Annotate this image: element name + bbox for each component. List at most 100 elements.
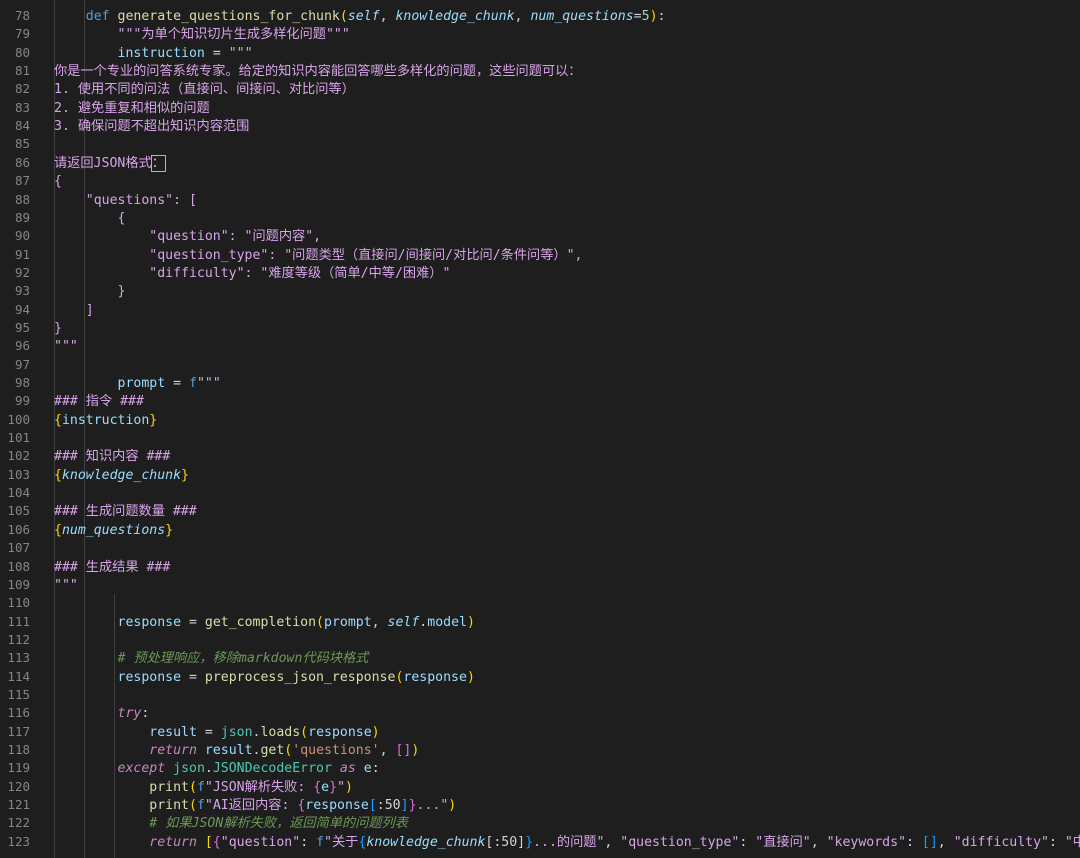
code-token: response <box>305 798 369 814</box>
code-token: = <box>633 9 642 24</box>
code-token: 请返回JSON格式 <box>54 155 152 171</box>
code-line[interactable]: 121 print(f"AI返回内容: {response[:50]}...") <box>0 796 1080 814</box>
code-line[interactable]: 86 请返回JSON格式： <box>0 154 1080 172</box>
line-number: 81 <box>14 63 30 79</box>
code-line[interactable]: 110 <box>0 594 1080 612</box>
line-code: {num_questions} <box>54 522 173 540</box>
code-line[interactable]: 123 return [{"question": f"关于{knowledge_… <box>0 833 1080 851</box>
code-token: f <box>196 798 205 814</box>
code-token: : <box>141 706 150 722</box>
code-line[interactable]: 87 { <box>0 172 1080 190</box>
code-token: result <box>204 743 253 758</box>
code-line[interactable]: 117 result = json.loads(response) <box>0 723 1080 741</box>
code-token: knowledge_chunk <box>366 834 486 850</box>
line-number: 115 <box>7 686 30 702</box>
line-code: response = get_completion(prompt, self.m… <box>54 614 475 632</box>
code-line[interactable]: 105 ### 生成问题数量 ### <box>0 502 1080 520</box>
line-number: 120 <box>7 778 30 794</box>
line-code: {knowledge_chunk} <box>54 467 189 485</box>
code-token: e <box>321 779 330 795</box>
code-line[interactable]: 80 instruction = """ <box>0 44 1080 62</box>
code-token: result <box>149 724 197 740</box>
code-line[interactable]: 95} <box>0 319 1080 337</box>
code-line[interactable]: 109 """ <box>0 576 1080 594</box>
line-code: # 如果JSON解析失败，返回简单的问题列表 <box>54 815 408 833</box>
code-token: { <box>313 779 322 795</box>
code-line[interactable]: 96 """ <box>0 337 1080 355</box>
code-line[interactable]: 119 except json.JSONDecodeError as e: <box>0 759 1080 777</box>
code-line[interactable]: 113 # 预处理响应，移除markdown代码块格式 <box>0 649 1080 667</box>
code-line[interactable]: 92 "difficulty": "难度等级（简单/中等/困难）" <box>0 264 1080 282</box>
code-line[interactable]: 104 <box>0 484 1080 502</box>
code-line[interactable]: 118 return result.get('questions', []) <box>0 741 1080 759</box>
code-editor[interactable]: 78 def generate_questions_for_chunk(self… <box>0 0 1080 858</box>
code-token: : <box>906 834 922 850</box>
code-line[interactable]: 82 1. 使用不同的问法（直接问、间接问、对比问等） <box>0 80 1080 98</box>
code-line[interactable]: 112 <box>0 631 1080 649</box>
code-token: response <box>308 724 372 740</box>
code-token: self <box>387 614 420 630</box>
line-number: 111 <box>7 613 30 629</box>
code-token: [:50] <box>485 834 526 850</box>
code-line[interactable]: 100 {instruction} <box>0 411 1080 429</box>
line-code: {instruction} <box>54 412 157 430</box>
code-line[interactable]: 78 def generate_questions_for_chunk(self… <box>0 7 1080 25</box>
code-line[interactable]: 93 } <box>0 282 1080 300</box>
code-line[interactable]: 89 { <box>0 209 1080 227</box>
code-line[interactable]: 94 ] <box>0 301 1080 319</box>
code-token: json <box>173 761 205 777</box>
code-token: "中等" <box>1064 834 1080 850</box>
code-line[interactable]: 106 {num_questions} <box>0 521 1080 539</box>
code-line[interactable]: 107 <box>0 539 1080 557</box>
code-token: try <box>117 706 142 722</box>
code-token: preprocess_json_response <box>204 669 396 685</box>
code-line[interactable]: 79 """为单个知识切片生成多样化问题""" <box>0 25 1080 43</box>
line-number: 100 <box>7 411 30 427</box>
code-line[interactable]: 103 {knowledge_chunk} <box>0 466 1080 484</box>
code-line[interactable]: 88 "questions": [ <box>0 191 1080 209</box>
code-line[interactable]: 85 <box>0 135 1080 153</box>
code-line[interactable]: 108 ### 生成结果 ### <box>0 558 1080 576</box>
line-code: ### 知识内容 ### <box>54 448 170 466</box>
code-line[interactable]: 99 ### 指令 ### <box>0 392 1080 410</box>
code-token: print <box>149 798 189 814</box>
code-line[interactable]: 97 <box>0 356 1080 374</box>
code-line[interactable]: 98 prompt = f""" <box>0 374 1080 392</box>
code-token: get <box>260 743 285 758</box>
code-line[interactable]: 91 "question_type": "问题类型（直接问/间接问/对比问/条件… <box>0 246 1080 264</box>
code-token: = <box>181 614 205 630</box>
code-token: 你是一个专业的问答系统专家。给定的知识内容能回答哪些多样化的问题，这些问题可以： <box>54 64 582 80</box>
code-line[interactable]: 120 print(f"JSON解析失败: {e}") <box>0 778 1080 796</box>
code-line[interactable]: 102 ### 知识内容 ### <box>0 447 1080 465</box>
line-code: response = preprocess_json_response(resp… <box>54 669 475 687</box>
code-line[interactable]: 90 "question": "问题内容", <box>0 227 1080 245</box>
code-token: . <box>204 761 213 777</box>
code-line[interactable]: 115 <box>0 686 1080 704</box>
line-code: { <box>54 210 126 228</box>
line-code: prompt = f""" <box>54 375 221 393</box>
code-token: , <box>371 614 388 630</box>
code-line[interactable]: 114 response = preprocess_json_response(… <box>0 668 1080 686</box>
code-token: e <box>363 761 372 777</box>
line-code: 3. 确保问题不超出知识内容范围 <box>54 118 249 136</box>
code-token: = <box>165 376 189 391</box>
code-line[interactable]: 111 response = get_completion(prompt, se… <box>0 613 1080 631</box>
code-line[interactable]: 116 try: <box>0 704 1080 722</box>
code-token: knowledge_chunk <box>395 9 515 24</box>
code-token: model <box>427 614 467 630</box>
code-line[interactable]: 83 2. 避免重复和相似的问题 <box>0 99 1080 117</box>
code-token: "questions": [ <box>54 192 197 208</box>
line-number: 122 <box>7 815 30 831</box>
code-line[interactable]: 81 你是一个专业的问答系统专家。给定的知识内容能回答哪些多样化的问题，这些问题可… <box>0 62 1080 80</box>
code-line[interactable]: 101 <box>0 429 1080 447</box>
code-line[interactable]: 84 3. 确保问题不超出知识内容范围 <box>0 117 1080 135</box>
code-line[interactable]: 122 # 如果JSON解析失败，返回简单的问题列表 <box>0 814 1080 832</box>
